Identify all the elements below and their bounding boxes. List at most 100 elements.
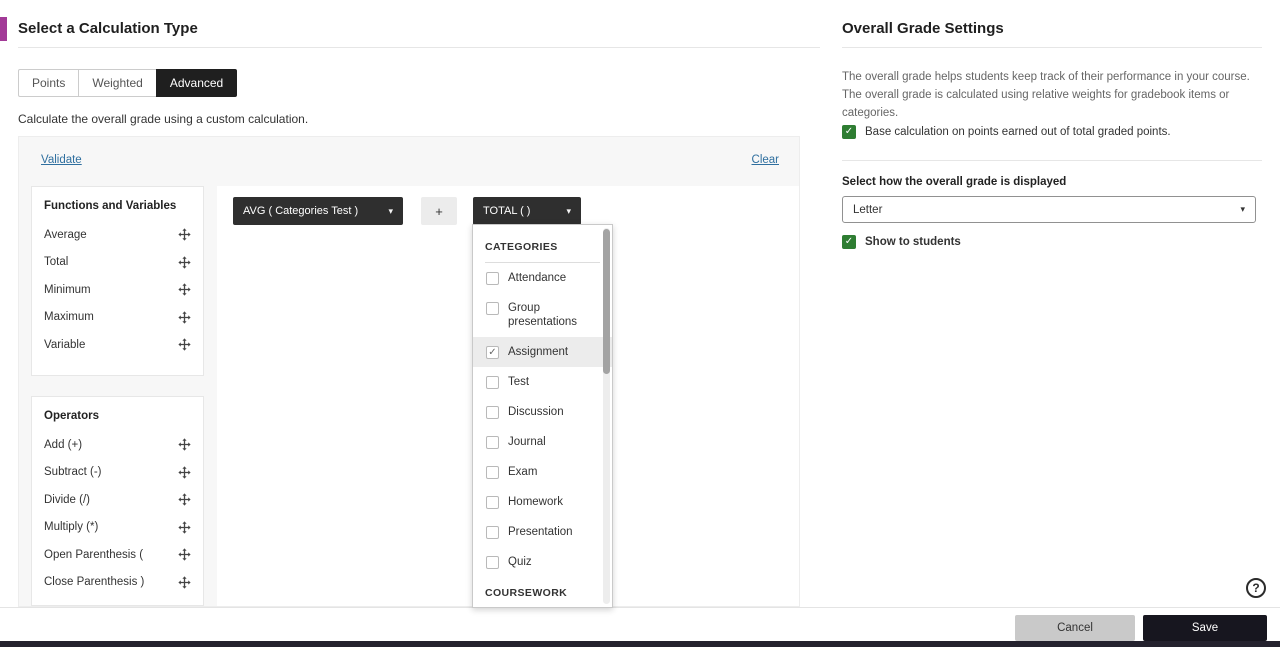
category-option-test[interactable]: Test [473, 367, 612, 397]
category-option-assignment[interactable]: ✓ Assignment [473, 337, 612, 367]
checkbox[interactable] [486, 526, 499, 539]
list-item-total[interactable]: Total [44, 249, 191, 277]
tab-weighted[interactable]: Weighted [78, 69, 157, 97]
chevron-down-icon: ▾ [1240, 204, 1245, 214]
move-icon[interactable] [178, 438, 191, 451]
item-label: Minimum [44, 283, 91, 296]
accent-bar [0, 17, 7, 41]
checkbox-checked[interactable]: ✓ [486, 346, 499, 359]
category-option-attendance[interactable]: Attendance [473, 263, 612, 293]
item-label: Maximum [44, 311, 94, 324]
checkbox[interactable] [486, 272, 499, 285]
total-chip[interactable]: TOTAL ( ) ▾ [473, 197, 581, 225]
scrollbar-thumb[interactable] [603, 229, 610, 374]
chevron-down-icon[interactable]: ▾ [388, 206, 393, 217]
item-label: Subtract (-) [44, 466, 102, 479]
category-option-quiz[interactable]: Quiz [473, 547, 612, 577]
checkbox-checked[interactable]: ✓ [842, 125, 856, 139]
option-label: Assignment [508, 346, 569, 358]
move-icon[interactable] [178, 256, 191, 269]
move-icon[interactable] [178, 548, 191, 561]
operators-card: Operators Add (+) Subtract (-) Divide (/… [31, 396, 204, 606]
move-icon[interactable] [178, 493, 191, 506]
avg-categories-chip[interactable]: AVG ( Categories Test ) ▾ [233, 197, 403, 225]
checkbox[interactable] [486, 406, 499, 419]
move-icon[interactable] [178, 521, 191, 534]
cancel-button[interactable]: Cancel [1015, 615, 1135, 641]
list-item-minimum[interactable]: Minimum [44, 276, 191, 304]
footer-buttons: Cancel Save [1015, 615, 1267, 641]
option-label: Exam [508, 466, 538, 478]
tab-advanced[interactable]: Advanced [155, 69, 238, 97]
category-option-discussion[interactable]: Discussion [473, 397, 612, 427]
category-option-homework[interactable]: Homework [473, 487, 612, 517]
formula-editor-panel: Validate Clear AVG ( Categories Test ) ▾… [18, 136, 800, 607]
category-option-journal[interactable]: Journal [473, 427, 612, 457]
settings-divider [842, 160, 1262, 161]
save-button[interactable]: Save [1143, 615, 1267, 641]
option-label: Attendance [508, 272, 567, 284]
calc-type-tabs: Points Weighted Advanced [18, 69, 238, 97]
categories-section-header: CATEGORIES [485, 235, 600, 263]
display-mode-label: Select how the overall grade is displaye… [842, 176, 1067, 188]
checkbox[interactable] [486, 376, 499, 389]
grade-display-select[interactable]: Letter ▾ [842, 196, 1256, 223]
total-categories-dropdown: CATEGORIES Attendance Group presentation… [472, 224, 613, 608]
item-label: Divide (/) [44, 493, 91, 506]
item-label: Variable [44, 338, 86, 351]
list-item-average[interactable]: Average [44, 221, 191, 249]
checkbox[interactable] [486, 302, 499, 315]
item-label: Add (+) [44, 438, 83, 451]
left-divider [18, 47, 820, 48]
list-item-maximum[interactable]: Maximum [44, 304, 191, 332]
item-label: Open Parenthesis ( [44, 548, 144, 561]
option-label: Quiz [508, 556, 532, 568]
list-item-subtract[interactable]: Subtract (-) [44, 459, 191, 487]
move-icon[interactable] [178, 576, 191, 589]
move-icon[interactable] [178, 466, 191, 479]
checkbox-checked[interactable]: ✓ [842, 235, 856, 249]
validate-link[interactable]: Validate [41, 154, 82, 166]
coursework-section-header: COURSEWORK [485, 581, 600, 607]
option-label: Homework [508, 496, 563, 508]
item-label: Close Parenthesis ) [44, 576, 145, 589]
right-divider [842, 47, 1262, 48]
overall-grade-settings-title: Overall Grade Settings [842, 20, 1004, 37]
help-icon[interactable]: ? [1246, 578, 1266, 598]
item-label: Multiply (*) [44, 521, 99, 534]
category-option-exam[interactable]: Exam [473, 457, 612, 487]
option-label: Discussion [508, 406, 564, 418]
option-label: Presentation [508, 526, 573, 538]
clear-link[interactable]: Clear [752, 154, 779, 166]
checkbox[interactable] [486, 466, 499, 479]
base-calculation-row: ✓ Base calculation on points earned out … [842, 125, 1171, 139]
base-calculation-label: Base calculation on points earned out of… [865, 126, 1171, 138]
move-icon[interactable] [178, 311, 191, 324]
list-item-multiply[interactable]: Multiply (*) [44, 514, 191, 542]
move-icon[interactable] [178, 228, 191, 241]
tab-points[interactable]: Points [18, 69, 80, 97]
category-option-presentation[interactable]: Presentation [473, 517, 612, 547]
option-label: Test [508, 376, 530, 388]
plus-operator-chip[interactable]: + [421, 197, 457, 225]
item-label: Total [44, 256, 69, 269]
calculation-caption: Calculate the overall grade using a cust… [18, 112, 309, 126]
list-item-open-parenthesis[interactable]: Open Parenthesis ( [44, 541, 191, 569]
list-item-close-parenthesis[interactable]: Close Parenthesis ) [44, 569, 191, 597]
checkbox[interactable] [486, 496, 499, 509]
item-label: Average [44, 228, 87, 241]
gradebook-calculation-page: Select a Calculation Type Points Weighte… [0, 0, 1280, 647]
move-icon[interactable] [178, 283, 191, 296]
list-item-add[interactable]: Add (+) [44, 431, 191, 459]
list-item-divide[interactable]: Divide (/) [44, 486, 191, 514]
move-icon[interactable] [178, 338, 191, 351]
page-title: Select a Calculation Type [18, 20, 198, 37]
checkbox[interactable] [486, 556, 499, 569]
category-option-group-presentations[interactable]: Group presentations [473, 293, 612, 337]
operators-card-title: Operators [44, 410, 99, 422]
show-to-students-label: Show to students [865, 236, 961, 248]
show-to-students-row: ✓ Show to students [842, 235, 961, 249]
list-item-variable[interactable]: Variable [44, 331, 191, 359]
checkbox[interactable] [486, 436, 499, 449]
chevron-down-icon[interactable]: ▾ [566, 206, 571, 217]
